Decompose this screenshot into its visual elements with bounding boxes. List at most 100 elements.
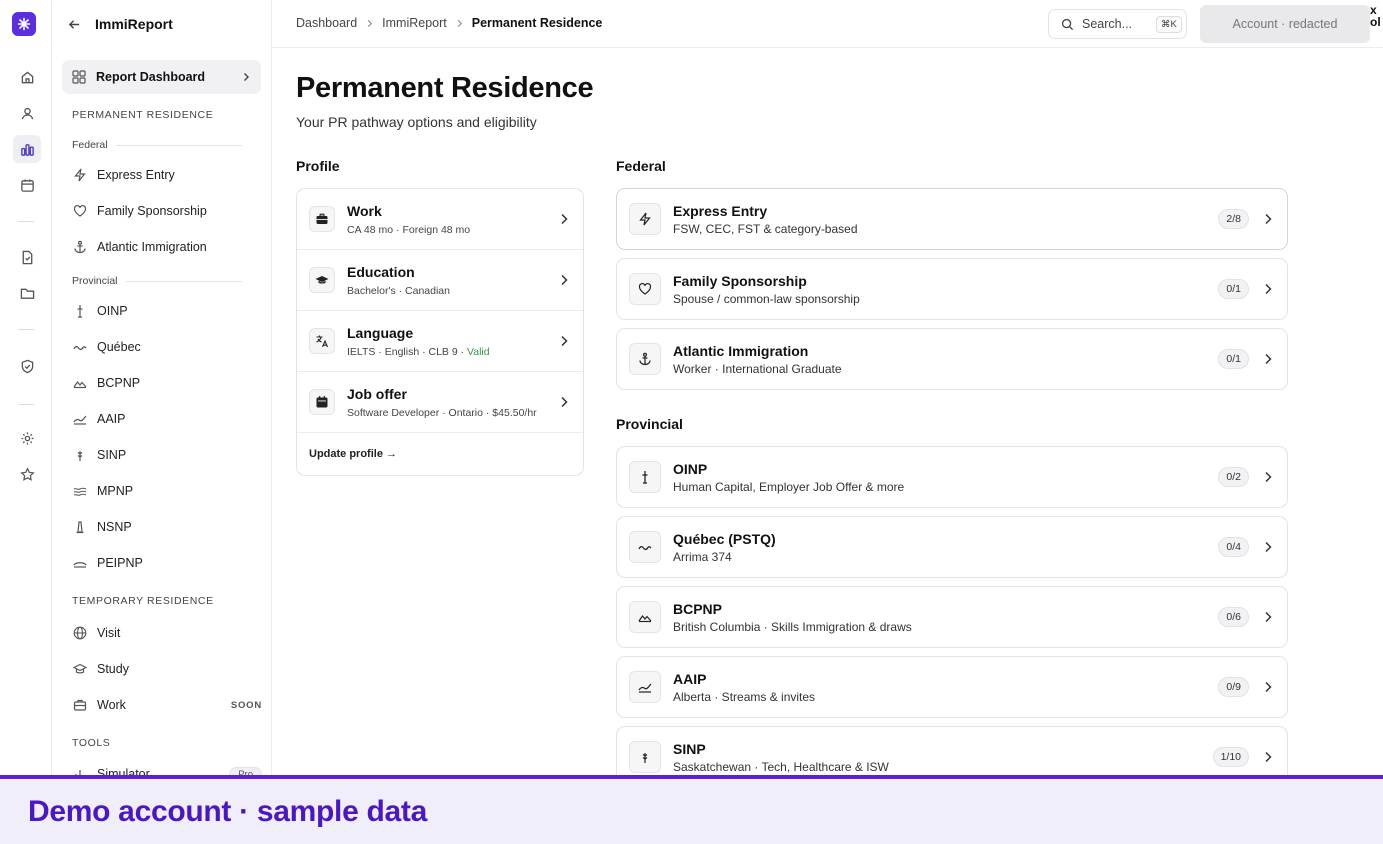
chevron-right-icon xyxy=(1263,751,1273,763)
back-arrow-icon[interactable] xyxy=(68,18,81,31)
sidebar-item-report-dashboard[interactable]: Report Dashboard xyxy=(62,60,261,94)
star-icon[interactable] xyxy=(13,460,41,488)
hills-icon xyxy=(629,671,661,703)
section-tools: TOOLS xyxy=(72,737,111,749)
program-title: Express Entry xyxy=(673,202,768,219)
bolt-icon xyxy=(629,203,661,235)
profile-row-title: Education xyxy=(347,263,415,280)
program-card-family-sponsorship[interactable]: Family Sponsorship Spouse / common-law s… xyxy=(616,258,1288,320)
program-subtitle: FSW, CEC, FST & category-based xyxy=(673,221,858,236)
search-icon xyxy=(1061,18,1074,31)
program-card-quebec[interactable]: Québec (PSTQ) Arrima 374 0/4 xyxy=(616,516,1288,578)
demo-banner-text: Demo account · sample data xyxy=(28,795,427,828)
chevron-right-icon xyxy=(1263,353,1273,365)
profile-row-job-offer[interactable]: Job offer Software Developer · Ontario ·… xyxy=(297,372,583,433)
sidebar-item-express-entry[interactable]: Express Entry xyxy=(72,165,262,185)
program-card-aaip[interactable]: AAIP Alberta · Streams & invites 0/9 xyxy=(616,656,1288,718)
sidebar-item-peipnp[interactable]: PEIPNP xyxy=(72,553,262,573)
profile-row-education[interactable]: Education Bachelor's · Canadian xyxy=(297,250,583,311)
profile-row-detail: IELTS · English · CLB 9 · Valid xyxy=(347,346,547,358)
update-profile-link[interactable]: Update profile → xyxy=(309,448,397,460)
program-title: BCPNP xyxy=(673,600,723,617)
eligibility-count-badge: 0/1 xyxy=(1218,279,1249,299)
sidebar-item-label: Express Entry xyxy=(97,168,175,182)
rail-divider xyxy=(18,329,34,330)
document-icon[interactable] xyxy=(13,243,41,271)
search-box[interactable]: ⌘K xyxy=(1048,9,1187,39)
chevron-right-icon xyxy=(1263,471,1273,483)
sidebar-item-atlantic-immigration[interactable]: Atlantic Immigration xyxy=(72,237,262,257)
federal-heading: Federal xyxy=(616,158,666,174)
sidebar-item-sinp[interactable]: SINP xyxy=(72,445,262,465)
tower-icon xyxy=(72,304,87,319)
subsection-provincial: Provincial xyxy=(72,275,242,287)
program-card-oinp[interactable]: OINP Human Capital, Employer Job Offer &… xyxy=(616,446,1288,508)
folder-icon[interactable] xyxy=(13,279,41,307)
calendar-icon[interactable] xyxy=(13,171,41,199)
briefcase-icon xyxy=(309,206,335,232)
sidebar-item-label: AAIP xyxy=(97,412,126,426)
program-card-express-entry[interactable]: Express Entry FSW, CEC, FST & category-b… xyxy=(616,188,1288,250)
gear-icon[interactable] xyxy=(13,424,41,452)
user-icon[interactable] xyxy=(13,99,41,127)
profile-row-language[interactable]: Language IELTS · English · CLB 9 · Valid xyxy=(297,311,583,372)
tower-icon xyxy=(629,461,661,493)
anchor-icon xyxy=(72,240,87,255)
hills-icon xyxy=(72,412,87,427)
valid-status: Valid xyxy=(467,345,490,358)
sidebar-item-visit[interactable]: Visit xyxy=(72,623,262,643)
shield-icon[interactable] xyxy=(13,352,41,380)
graduation-cap-icon xyxy=(72,662,87,677)
page-title: Permanent Residence xyxy=(296,72,594,104)
sidebar-item-nsnp[interactable]: NSNP xyxy=(72,517,262,537)
sidebar-header: ImmiReport xyxy=(52,0,271,48)
language-detail-text: IELTS · English · CLB 9 · xyxy=(347,345,468,358)
subsection-label: Federal xyxy=(72,139,108,151)
program-subtitle: Arrima 374 xyxy=(673,549,732,564)
breadcrumb-dashboard[interactable]: Dashboard xyxy=(296,16,357,30)
eligibility-count-badge: 1/10 xyxy=(1212,747,1249,767)
sidebar-item-oinp[interactable]: OINP xyxy=(72,301,262,321)
program-subtitle: Alberta · Streams & invites xyxy=(673,689,816,704)
page-subtitle: Your PR pathway options and eligibility xyxy=(296,114,537,130)
subsection-federal: Federal xyxy=(72,139,242,151)
search-shortcut: ⌘K xyxy=(1156,15,1182,33)
eligibility-count-badge: 0/9 xyxy=(1218,677,1249,697)
calendar-icon xyxy=(309,389,335,415)
sidebar-item-label: Report Dashboard xyxy=(96,70,206,84)
chevron-right-icon xyxy=(559,213,569,225)
program-card-atlantic-immigration[interactable]: Atlantic Immigration Worker · Internatio… xyxy=(616,328,1288,390)
chevron-right-icon xyxy=(1263,283,1273,295)
icon-rail xyxy=(0,0,52,844)
wave-icon xyxy=(629,531,661,563)
profile-card: Work CA 48 mo · Foreign 48 mo Education … xyxy=(296,188,584,476)
sidebar-item-work[interactable]: Work SOON xyxy=(72,695,262,715)
program-card-bcpnp[interactable]: BCPNP British Columbia · Skills Immigrat… xyxy=(616,586,1288,648)
profile-heading: Profile xyxy=(296,158,340,174)
top-bar: Dashboard ImmiReport Permanent Residence… xyxy=(272,0,1383,48)
sidebar-item-label: MPNP xyxy=(97,484,134,498)
profile-row-work[interactable]: Work CA 48 mo · Foreign 48 mo xyxy=(297,189,583,250)
waves-icon xyxy=(72,484,87,499)
sidebar-item-family-sponsorship[interactable]: Family Sponsorship xyxy=(72,201,262,221)
section-temporary-residence: TEMPORARY RESIDENCE xyxy=(72,595,214,607)
sidebar-item-mpnp[interactable]: MPNP xyxy=(72,481,262,501)
reports-icon[interactable] xyxy=(13,135,41,163)
sidebar: ImmiReport Report Dashboard PERMANENT RE… xyxy=(52,0,272,844)
sidebar-item-quebec[interactable]: Québec xyxy=(72,337,262,357)
search-input[interactable] xyxy=(1082,17,1148,31)
app-logo-icon[interactable] xyxy=(12,12,36,36)
section-permanent-residence: PERMANENT RESIDENCE xyxy=(72,109,214,121)
sidebar-item-study[interactable]: Study xyxy=(72,659,262,679)
chevron-right-icon xyxy=(365,19,374,28)
sidebar-item-label: Family Sponsorship xyxy=(97,204,207,218)
app-title: ImmiReport xyxy=(95,16,173,32)
sidebar-item-bcpnp[interactable]: BCPNP xyxy=(72,373,262,393)
graduation-cap-icon xyxy=(309,267,335,293)
home-icon[interactable] xyxy=(13,63,41,91)
breadcrumb-immireport[interactable]: ImmiReport xyxy=(382,16,447,30)
account-button[interactable]: Account · redacted xyxy=(1200,5,1370,43)
eligibility-count-badge: 0/6 xyxy=(1218,607,1249,627)
sidebar-item-aaip[interactable]: AAIP xyxy=(72,409,262,429)
rail-divider xyxy=(18,404,34,405)
